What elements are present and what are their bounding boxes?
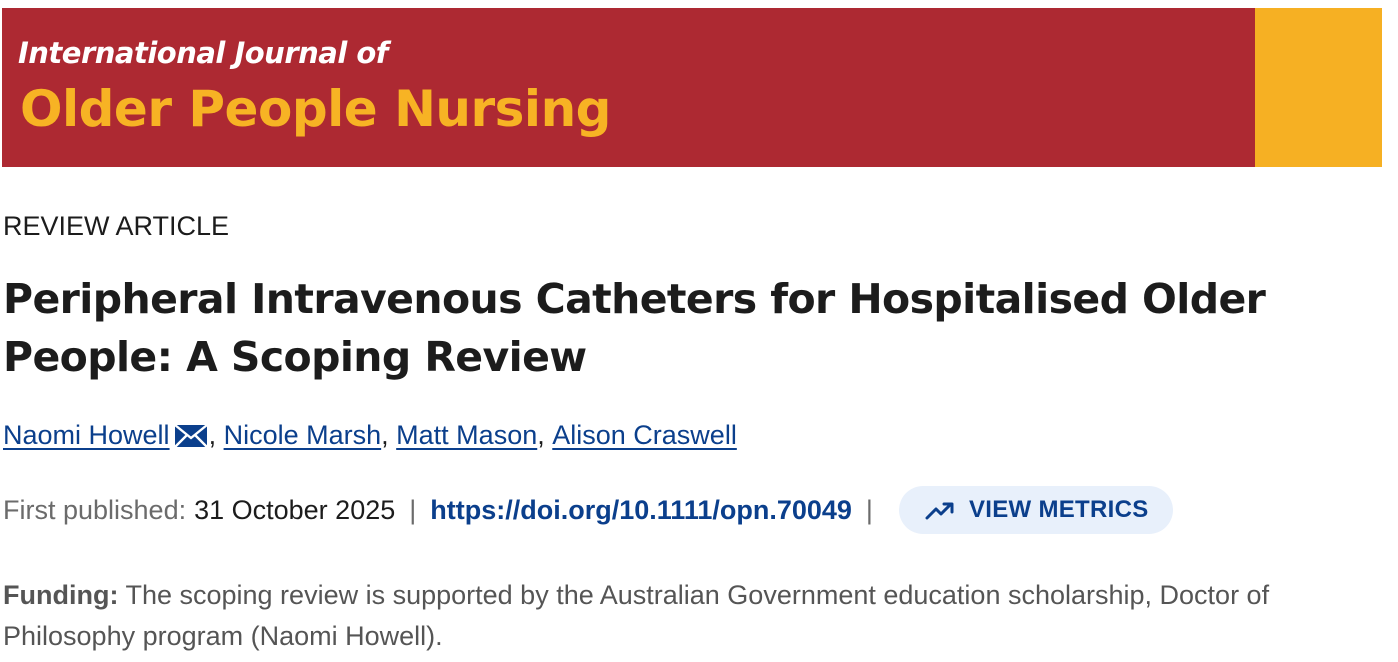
funding-text: The scoping review is supported by the A…	[3, 580, 1270, 651]
trending-up-icon	[925, 500, 955, 520]
article-type-label: REVIEW ARTICLE	[3, 211, 230, 241]
view-metrics-label: VIEW METRICS	[968, 496, 1149, 523]
doi-link[interactable]: https://doi.org/10.1111/opn.70049	[430, 495, 852, 526]
email-icon[interactable]	[173, 423, 208, 449]
funding-label: Funding:	[3, 580, 119, 610]
author-separator: ,	[381, 420, 389, 450]
view-metrics-button[interactable]: VIEW METRICS	[898, 486, 1173, 534]
published-date: 31 October 2025	[194, 494, 396, 525]
meta-separator: |	[409, 494, 417, 525]
author-link-alison-craswell[interactable]: Alison Craswell	[552, 420, 737, 451]
publication-meta: First published: 31 October 2025 | https…	[3, 486, 1173, 534]
author-link-matt-mason[interactable]: Matt Mason	[396, 420, 537, 451]
author-link-naomi-howell[interactable]: Naomi Howell	[3, 420, 170, 451]
author-link-nicole-marsh[interactable]: Nicole Marsh	[224, 420, 382, 451]
meta-separator: |	[865, 494, 873, 525]
journal-banner[interactable]: International Journal of Older People Nu…	[2, 8, 1382, 167]
author-separator: ,	[208, 420, 217, 450]
funding-statement: Funding: The scoping review is supported…	[3, 575, 1395, 657]
author-list: Naomi Howell , Nicole Marsh , Matt Mason…	[3, 420, 737, 451]
banner-accent-block	[1255, 8, 1382, 167]
author-separator: ,	[537, 420, 545, 450]
journal-name-line2: Older People Nursing	[20, 80, 611, 138]
journal-name-line1: International Journal of	[18, 36, 388, 70]
first-published-label: First published:	[3, 494, 187, 525]
article-title: Peripheral Intravenous Catheters for Hos…	[3, 275, 1266, 381]
